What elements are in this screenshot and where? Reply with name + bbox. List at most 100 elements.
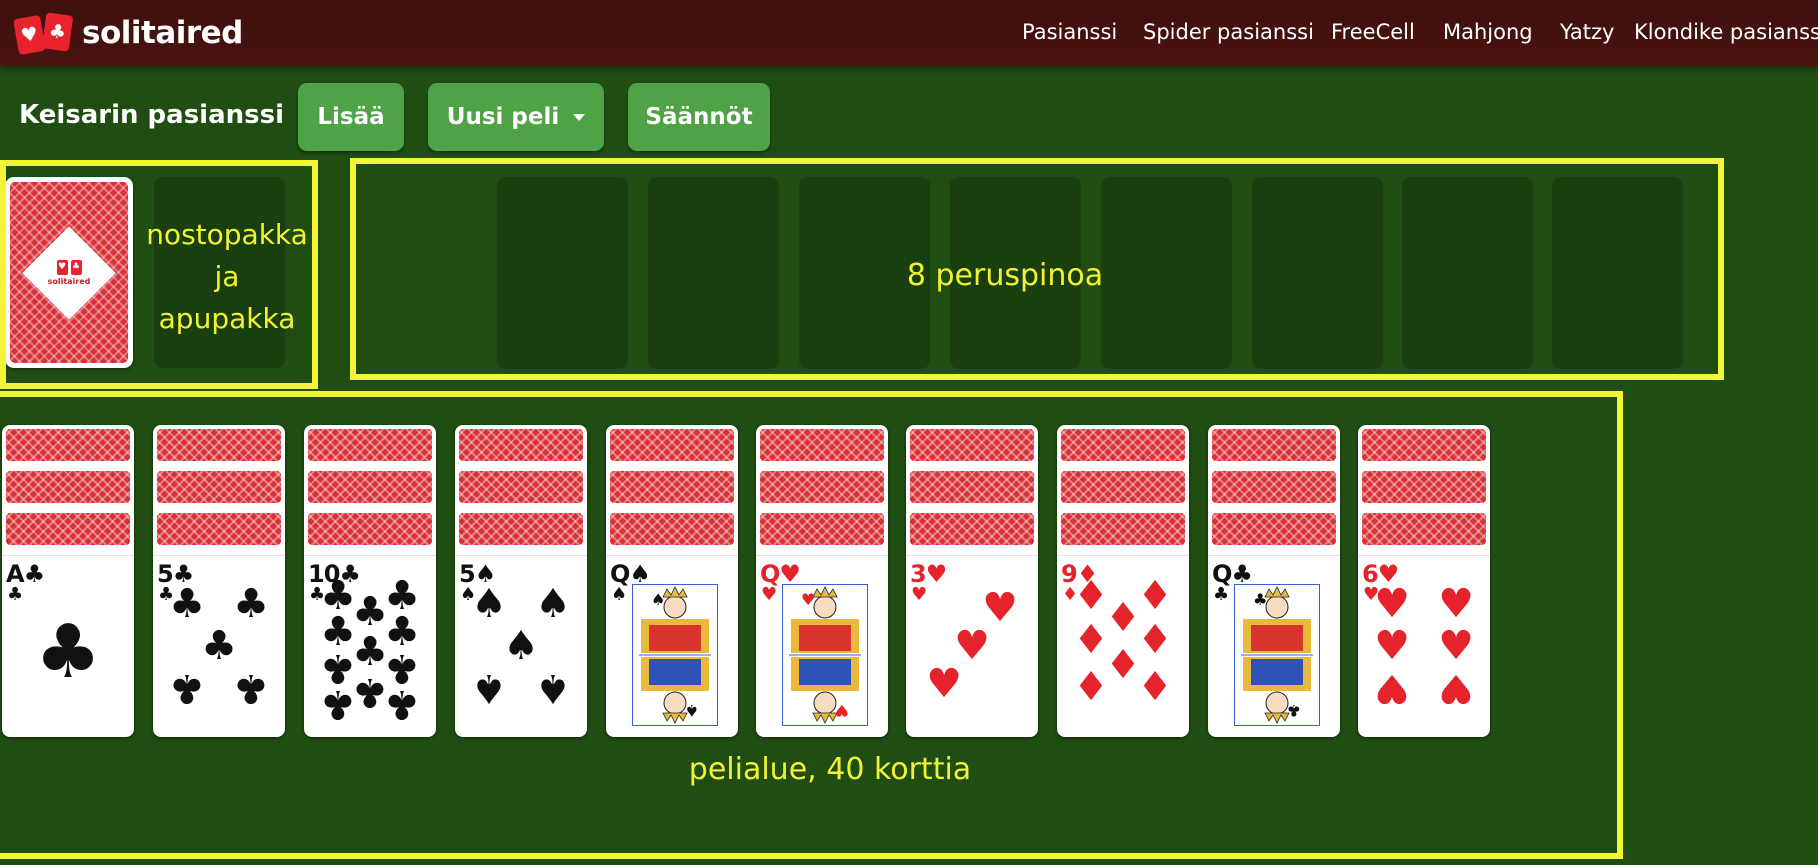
face-up-card[interactable]: 10♣ ♣ ♣ ♣ ♣ ♣ ♣ ♣ ♣ ♣ ♣ ♣ ♣ xyxy=(304,555,436,737)
nav-link-mahjong[interactable]: Mahjong xyxy=(1443,20,1533,44)
face-up-card[interactable]: 5♠ ♠ ♠ ♠ ♠ ♠ ♠ xyxy=(455,555,587,737)
suit-pip-icon: ♠ xyxy=(471,665,507,711)
suit-pip-icon: ♥ xyxy=(954,623,990,669)
face-up-card[interactable]: 5♣ ♣ ♣ ♣ ♣ ♣ ♣ xyxy=(153,555,285,737)
face-down-card xyxy=(610,513,734,545)
svg-text:♥: ♥ xyxy=(835,701,849,720)
tableau-column[interactable]: Q♣ ♣ ♣ ♣ xyxy=(1208,425,1340,737)
card-suit-icon: ♥ xyxy=(911,584,928,605)
card-rank: 3♥ xyxy=(910,560,947,588)
nav-link-klondike[interactable]: Klondike pasianssi xyxy=(1634,20,1818,44)
suit-pip-icon: ♥ xyxy=(1438,623,1474,669)
tableau-column[interactable]: 6♥ ♥ ♥ ♥ ♥ ♥ ♥ ♥ xyxy=(1358,425,1490,737)
tableau-column[interactable]: 10♣ ♣ ♣ ♣ ♣ ♣ ♣ ♣ ♣ ♣ ♣ ♣ ♣ xyxy=(304,425,436,737)
face-down-card xyxy=(610,429,734,461)
face-down-card xyxy=(6,513,130,545)
suit-pip-icon: ♥ xyxy=(1438,665,1474,711)
suit-pip-icon: ♥ xyxy=(982,585,1018,631)
face-up-card[interactable]: A♣ ♣ ♣ xyxy=(2,555,134,737)
svg-text:♠: ♠ xyxy=(651,590,665,609)
card-suit-icon: ♠ xyxy=(611,584,628,605)
foundation-slot[interactable] xyxy=(648,177,779,369)
card-suit-icon: ♥ xyxy=(761,584,778,605)
foundation-slot[interactable] xyxy=(1552,177,1683,369)
tableau-column[interactable]: 9♦ ♦ ♦ ♦ ♦ ♦ ♦ ♦ ♦ ♦ xyxy=(1057,425,1189,737)
face-up-card[interactable]: 3♥ ♥ ♥ ♥ ♥ xyxy=(906,555,1038,737)
face-down-card xyxy=(459,513,583,545)
face-down-card xyxy=(1061,513,1185,545)
face-down-card xyxy=(459,429,583,461)
card-suit-icon: ♣ xyxy=(7,584,24,605)
suit-pip-icon: ♠ xyxy=(471,581,507,627)
site-logo[interactable]: ♥ ♣ solitaired xyxy=(13,12,243,56)
suit-pip-icon: ♣ xyxy=(233,581,269,627)
suit-pip-icon: ♦ xyxy=(1073,661,1109,707)
logo-text: solitaired xyxy=(82,15,243,51)
more-button-label: Lisää xyxy=(317,104,385,130)
foundation-slot[interactable] xyxy=(1402,177,1533,369)
nav-link-yatzy[interactable]: Yatzy xyxy=(1560,20,1615,44)
suit-pip-icon: ♥ xyxy=(1374,581,1410,627)
logo-cards-icon: ♥ ♣ xyxy=(13,12,78,56)
svg-text:♠: ♠ xyxy=(685,701,699,720)
card-rank: A♣ xyxy=(6,560,45,588)
queen-portrait-icon: ♥ ♥ xyxy=(782,584,868,726)
tableau-column[interactable]: A♣ ♣ ♣ xyxy=(2,425,134,737)
suit-pip-icon: ♣ xyxy=(352,669,388,715)
suit-pip-icon: ♣ xyxy=(169,581,205,627)
foundation-slot[interactable] xyxy=(497,177,628,369)
nav-link-pasianssi[interactable]: Pasianssi xyxy=(1022,20,1117,44)
more-button[interactable]: Lisää xyxy=(298,83,404,151)
face-down-card xyxy=(1212,429,1336,461)
foundation-slot[interactable] xyxy=(1252,177,1383,369)
face-up-card[interactable]: 9♦ ♦ ♦ ♦ ♦ ♦ ♦ ♦ ♦ ♦ xyxy=(1057,555,1189,737)
suit-pip-icon: ♥ xyxy=(1438,581,1474,627)
face-down-card xyxy=(6,471,130,503)
face-down-card xyxy=(760,513,884,545)
face-down-card xyxy=(1212,471,1336,503)
suit-pip-icon: ♥ xyxy=(1374,623,1410,669)
tableau-column[interactable]: Q♠ ♠ ♠ ♠ xyxy=(606,425,738,737)
face-down-card xyxy=(6,429,130,461)
face-down-card xyxy=(1212,513,1336,545)
face-down-card xyxy=(910,513,1034,545)
face-down-card xyxy=(610,471,734,503)
suit-pip-icon: ♣ xyxy=(352,629,388,675)
suit-pip-icon: ♠ xyxy=(503,623,539,669)
face-down-card xyxy=(308,513,432,545)
suit-pip-icon: ♣ xyxy=(320,681,356,727)
tableau-column[interactable]: 5♣ ♣ ♣ ♣ ♣ ♣ ♣ xyxy=(153,425,285,737)
suit-pip-icon: ♣ xyxy=(201,623,237,669)
face-up-card[interactable]: Q♣ ♣ ♣ ♣ xyxy=(1208,555,1340,737)
suit-pip-icon: ♦ xyxy=(1137,573,1173,619)
tableau-column[interactable]: 3♥ ♥ ♥ ♥ ♥ xyxy=(906,425,1038,737)
face-down-card xyxy=(308,471,432,503)
face-down-card xyxy=(157,471,281,503)
face-down-card xyxy=(1061,429,1185,461)
chevron-down-icon xyxy=(573,113,586,121)
suit-pip-icon: ♣ xyxy=(233,665,269,711)
face-down-card xyxy=(157,513,281,545)
face-down-card xyxy=(308,429,432,461)
face-down-card xyxy=(459,471,583,503)
new-game-button[interactable]: Uusi peli xyxy=(428,83,604,151)
face-up-card[interactable]: Q♠ ♠ ♠ ♠ xyxy=(606,555,738,737)
suit-pip-icon: ♦ xyxy=(1105,595,1141,641)
tableau-label: pelialue, 40 korttia xyxy=(688,752,972,787)
face-up-card[interactable]: 6♥ ♥ ♥ ♥ ♥ ♥ ♥ ♥ xyxy=(1358,555,1490,737)
foundations-label: 8 peruspinoa xyxy=(906,258,1104,293)
face-down-card xyxy=(1362,471,1486,503)
face-up-card[interactable]: Q♥ ♥ ♥ ♥ xyxy=(756,555,888,737)
rules-button[interactable]: Säännöt xyxy=(628,83,770,151)
tableau-column[interactable]: Q♥ ♥ ♥ ♥ xyxy=(756,425,888,737)
suit-pip-icon: ♠ xyxy=(535,665,571,711)
suit-pip-icon: ♦ xyxy=(1105,639,1141,685)
card-rank: Q♣ xyxy=(1212,560,1253,588)
nav-link-freecell[interactable]: FreeCell xyxy=(1331,20,1415,44)
suit-pip-icon: ♦ xyxy=(1137,661,1173,707)
tableau-column[interactable]: 5♠ ♠ ♠ ♠ ♠ ♠ ♠ xyxy=(455,425,587,737)
suit-pip-icon: ♦ xyxy=(1073,617,1109,663)
nav-link-spider[interactable]: Spider pasianssi xyxy=(1143,20,1314,44)
face-down-card xyxy=(1362,513,1486,545)
face-down-card xyxy=(760,429,884,461)
